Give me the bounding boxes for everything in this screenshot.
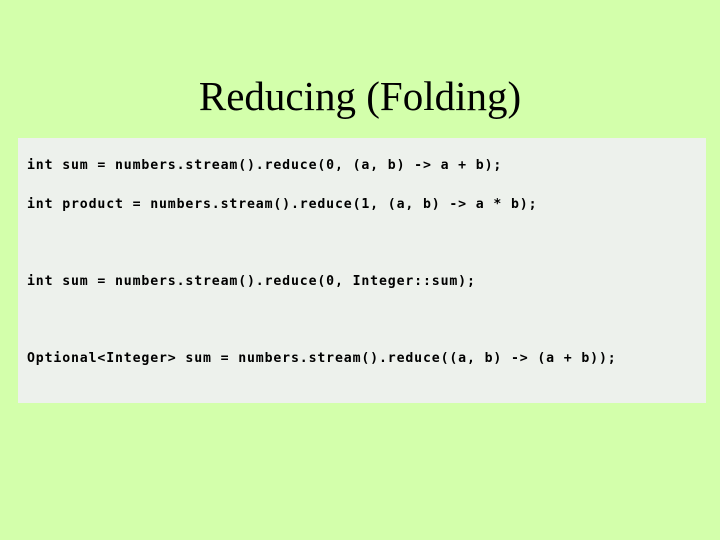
code-line: int sum = numbers.stream().reduce(0, (a,… — [27, 158, 503, 173]
code-block: int sum = numbers.stream().reduce(0, (a,… — [18, 138, 706, 403]
slide-title: Reducing (Folding) — [198, 73, 522, 119]
code-line: Optional<Integer> sum = numbers.stream()… — [27, 350, 617, 366]
presentation-slide: Reducing (Folding) int sum = numbers.str… — [0, 0, 720, 540]
code-line: int sum = numbers.stream().reduce(0, Int… — [27, 273, 476, 289]
code-line: int product = numbers.stream().reduce(1,… — [27, 196, 538, 212]
